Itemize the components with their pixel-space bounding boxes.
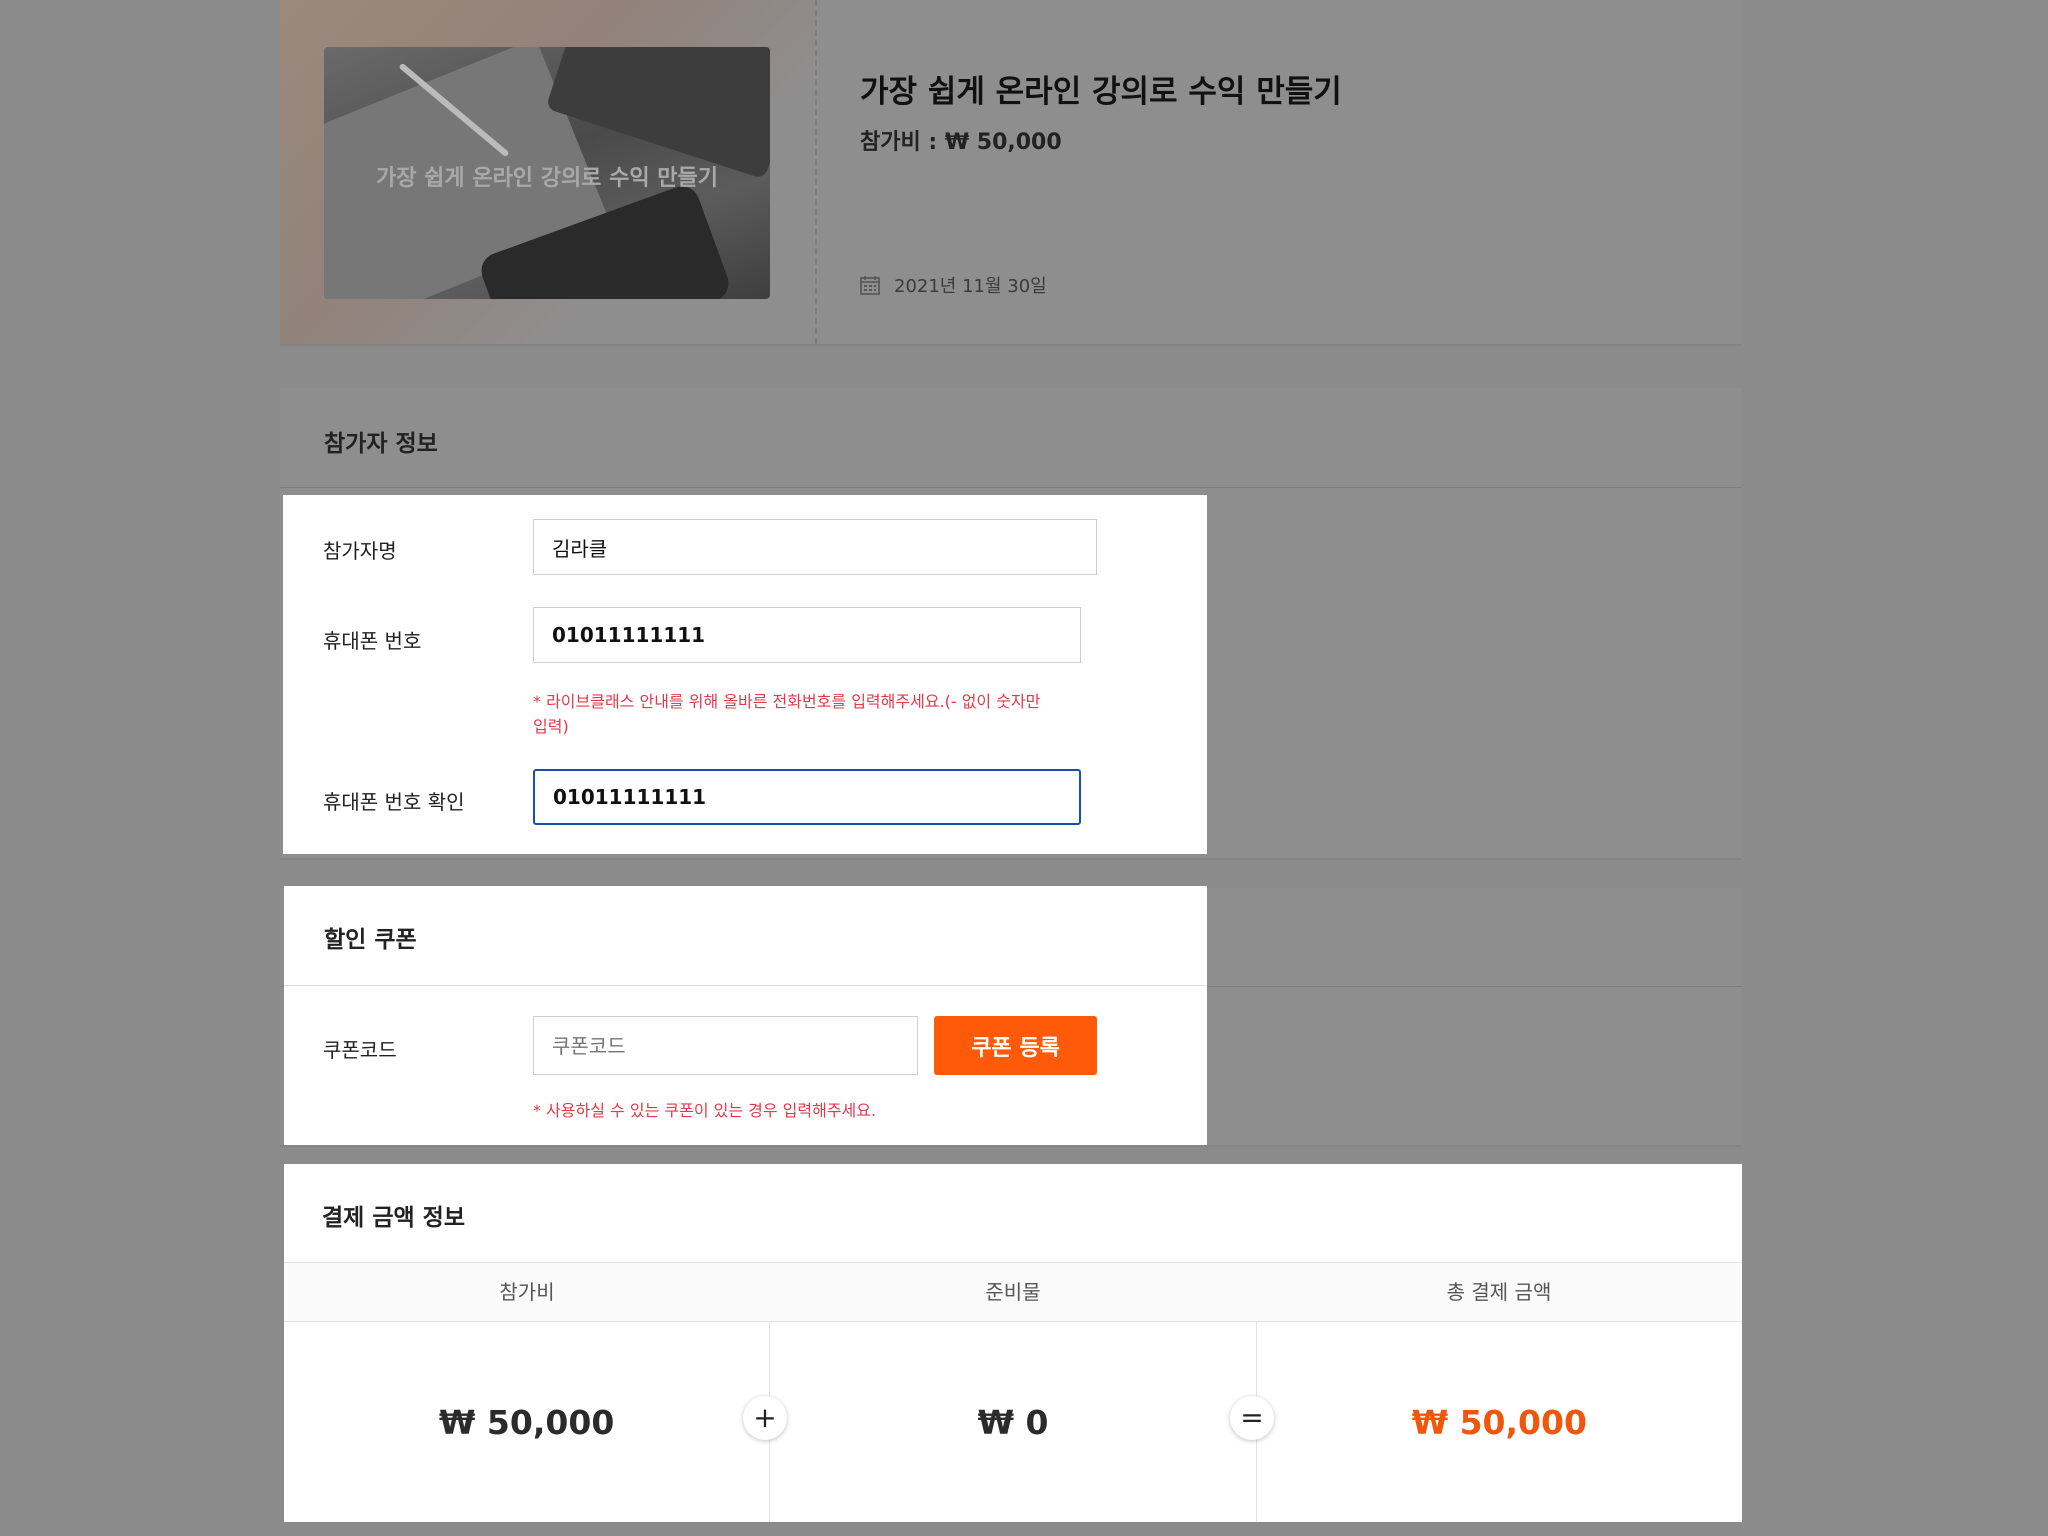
payment-column-headers: 참가비 준비물 총 결제 금액: [284, 1263, 1742, 1322]
equals-icon: =: [1230, 1396, 1274, 1440]
total-amount: ₩ 50,000: [1411, 1402, 1587, 1442]
product-card: 가장 쉽게 온라인 강의로 수익 만들기 가장 쉽게 온라인 강의로 수익 만들…: [280, 0, 1742, 346]
fee-amount: ₩ 50,000: [284, 1322, 771, 1522]
product-date-row: 2021년 11월 30일: [860, 272, 1047, 298]
phone-confirm-input[interactable]: [533, 769, 1081, 825]
product-title: 가장 쉽게 온라인 강의로 수익 만들기: [860, 74, 1342, 110]
participant-section-title: 참가자 정보: [324, 431, 438, 457]
coupon-hint: * 사용하실 수 있는 쿠폰이 있는 경우 입력해주세요.: [533, 1101, 877, 1120]
product-divider: [815, 0, 817, 344]
product-date: 2021년 11월 30일: [894, 276, 1047, 297]
phone-hint-line2: 입력): [533, 717, 569, 736]
total-column-header: 총 결제 금액: [1446, 1280, 1552, 1304]
product-price: 참가비 : ₩ 50,000: [860, 130, 1062, 155]
coupon-section: 할인 쿠폰 쿠폰코드 쿠폰 등록 * 사용하실 수 있는 쿠폰이 있는 경우 입…: [284, 886, 1207, 1145]
phone-hint: * 라이브클래스 안내를 위해 올바른 전화번호를 입력해주세요.(- 없이 숫…: [533, 689, 1040, 739]
phone-input[interactable]: [533, 607, 1081, 663]
phone-confirm-label: 휴대폰 번호 확인: [323, 790, 465, 814]
coupon-section-title: 할인 쿠폰: [324, 927, 417, 953]
participant-name-input[interactable]: [533, 519, 1097, 575]
materials-amount: ₩ 0: [770, 1322, 1257, 1522]
payment-header: 결제 금액 정보: [284, 1164, 1742, 1263]
payment-section: 결제 금액 정보 참가비 준비물 총 결제 금액 ₩ 50,000 ₩ 0 ₩ …: [284, 1164, 1742, 1522]
payment-values: ₩ 50,000 ₩ 0 ₩ 50,000: [284, 1322, 1742, 1522]
calendar-icon: [860, 276, 880, 295]
payment-section-title: 결제 금액 정보: [322, 1205, 465, 1231]
plus-icon: +: [743, 1396, 787, 1440]
product-thumbnail: 가장 쉽게 온라인 강의로 수익 만들기: [324, 47, 770, 299]
fee-column-header: 참가비: [499, 1280, 555, 1304]
thumbnail-caption: 가장 쉽게 온라인 강의로 수익 만들기: [376, 166, 718, 191]
phone-label: 휴대폰 번호: [323, 629, 422, 653]
coupon-register-button[interactable]: 쿠폰 등록: [934, 1016, 1097, 1075]
coupon-code-label: 쿠폰코드: [323, 1038, 397, 1062]
participant-header: 참가자 정보: [280, 388, 1742, 488]
materials-column-header: 준비물: [985, 1280, 1041, 1304]
phone-hint-line1: * 라이브클래스 안내를 위해 올바른 전화번호를 입력해주세요.(- 없이 숫…: [533, 692, 1041, 711]
participant-name-label: 참가자명: [323, 539, 397, 563]
coupon-code-input[interactable]: [533, 1016, 918, 1075]
coupon-header: 할인 쿠폰: [284, 886, 1207, 986]
participant-form: 참가자명 휴대폰 번호 * 라이브클래스 안내를 위해 올바른 전화번호를 입력…: [283, 495, 1207, 854]
